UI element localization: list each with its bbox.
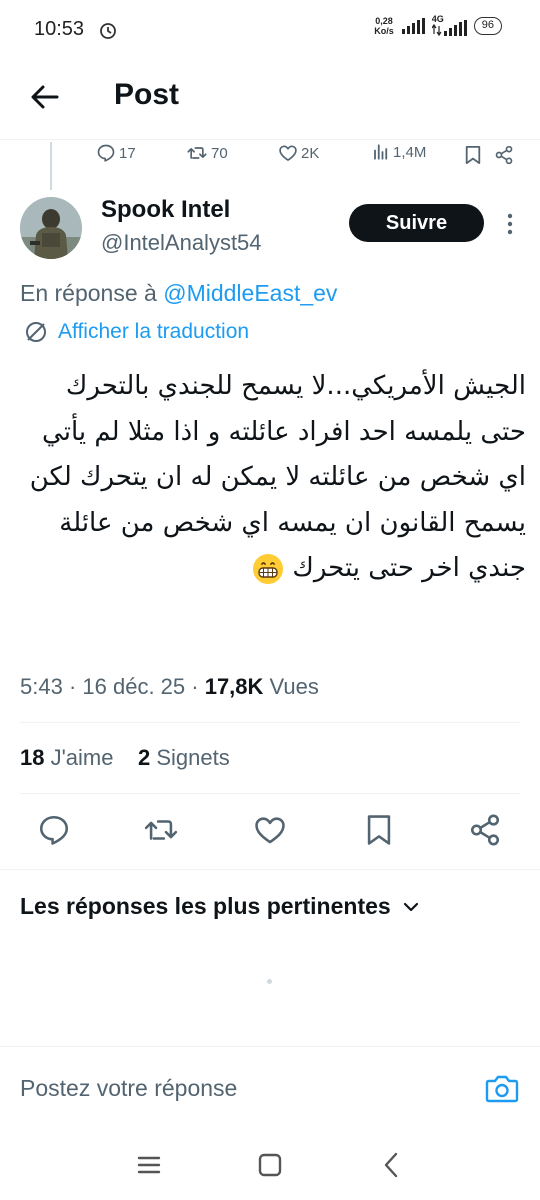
heart-icon (279, 145, 297, 161)
loading-indicator (267, 979, 272, 984)
divider (20, 722, 520, 723)
chevron-down-icon (403, 902, 418, 911)
tweet-line: حتى يلمسه احد افراد عائلته و اذا مثلا لم… (42, 416, 526, 447)
translate-link[interactable]: Afficher la traduction (24, 320, 249, 344)
previous-tweet-actions: 17 70 2K 1,4M (0, 143, 540, 167)
translate-icon (26, 322, 46, 342)
tweet-line-last: جندي اخر حتى يتحرك (18, 546, 526, 592)
header-divider (0, 139, 540, 140)
heart-icon[interactable] (253, 813, 287, 847)
app-header: Post (0, 60, 540, 140)
views-count: 17,8K (204, 674, 264, 699)
prev-bookmark-icon[interactable] (464, 145, 482, 165)
prev-views-button[interactable]: 1,4M (372, 143, 426, 161)
author-handle[interactable]: @IntelAnalyst54 (101, 230, 262, 256)
reply-icon (97, 144, 115, 162)
replies-sort-dropdown[interactable]: Les réponses les plus pertinentes (20, 893, 419, 920)
repost-icon (187, 147, 207, 159)
likes-stat[interactable]: 18 J'aime (20, 745, 114, 770)
tweet-actions (0, 813, 540, 849)
reply-mention-link[interactable]: @MiddleEast_ev (163, 280, 337, 306)
status-indicators: 0,28 Ko/s 4G 96 (374, 14, 502, 36)
views-chart-icon (374, 144, 388, 160)
avatar[interactable] (20, 197, 82, 259)
tweet-line: يسمح القانون ان يمسه اي شخص من عائلة (59, 507, 526, 538)
prev-reply-button[interactable]: 17 (96, 143, 136, 163)
signal-icon (401, 18, 425, 34)
alarm-icon (100, 23, 116, 39)
avatar-image (20, 197, 82, 259)
camera-icon[interactable] (485, 1072, 519, 1104)
reply-context: En réponse à @MiddleEast_ev (20, 280, 338, 306)
tweet-line: اي شخص من عائلته لا يمكن له ان يتحرك لكن (29, 462, 526, 492)
status-time: 10:53 (34, 18, 85, 40)
tweet-date: 16 déc. 25 (82, 674, 186, 699)
page-title: Post (114, 78, 180, 111)
battery-indicator: 96 (473, 17, 502, 35)
back-nav-icon[interactable] (377, 1150, 407, 1180)
views-label: Vues (269, 674, 319, 699)
tweet-time: 5:43 (20, 674, 63, 699)
tweet-stats: 18 J'aime 2 Signets (20, 745, 230, 771)
bookmark-icon[interactable] (362, 813, 396, 847)
tweet-text: الجيش الأمريكي...لا يسمح للجندي بالتحرك … (18, 364, 526, 592)
home-icon[interactable] (255, 1150, 285, 1180)
divider (20, 793, 520, 794)
repost-icon[interactable] (144, 813, 178, 847)
composer-divider (0, 1046, 540, 1047)
more-options-icon[interactable] (502, 210, 518, 238)
signal-4g-icon (431, 20, 467, 36)
back-arrow-icon[interactable] (28, 80, 62, 114)
recent-apps-icon[interactable] (134, 1150, 164, 1180)
prev-repost-button[interactable]: 70 (186, 143, 228, 163)
follow-button[interactable]: Suivre (349, 204, 484, 242)
tweet-line: الجيش الأمريكي...لا يسمح للجندي بالتحرك (65, 371, 526, 401)
tweet-meta: 5:43 · 16 déc. 25 · 17,8K Vues (20, 674, 319, 699)
bookmarks-stat[interactable]: 2 Signets (138, 745, 230, 770)
system-nav-bar (0, 1140, 540, 1200)
reply-icon[interactable] (37, 813, 71, 847)
network-indicator: 4G (431, 14, 468, 36)
prev-share-icon[interactable] (494, 145, 514, 165)
prev-like-button[interactable]: 2K (278, 143, 319, 163)
share-icon[interactable] (468, 813, 502, 847)
status-bar: 10:53 0,28 Ko/s 4G 96 (0, 0, 540, 60)
grinning-emoji-icon (253, 553, 284, 584)
author-name[interactable]: Spook Intel (101, 196, 230, 224)
reply-input[interactable] (20, 1070, 460, 1106)
divider (0, 869, 540, 870)
net-speed: 0,28 Ko/s (374, 16, 394, 36)
